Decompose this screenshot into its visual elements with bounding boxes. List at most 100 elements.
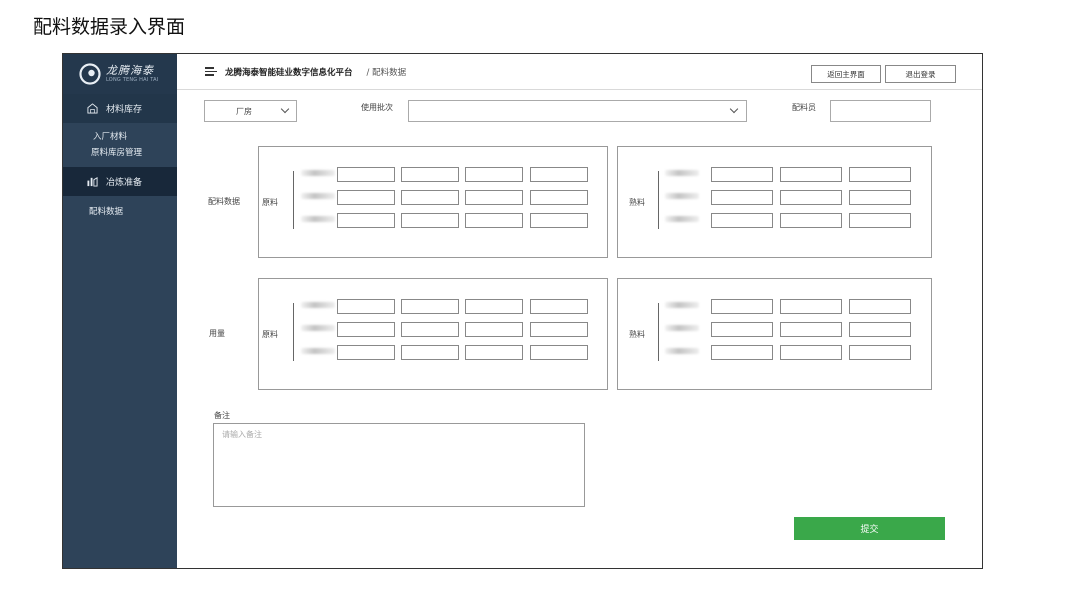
smelting-icon bbox=[87, 177, 98, 187]
warehouse-icon bbox=[87, 103, 98, 114]
input-cell[interactable] bbox=[711, 345, 773, 360]
submenu-material-stock: 入厂材料 原料库房管理 bbox=[63, 123, 177, 167]
raw-material-panel-batching: 原料 bbox=[258, 146, 608, 258]
redacted-label bbox=[301, 193, 335, 199]
input-cell[interactable] bbox=[711, 190, 773, 205]
input-cell[interactable] bbox=[849, 299, 911, 314]
input-cell[interactable] bbox=[465, 322, 523, 337]
input-cell[interactable] bbox=[401, 167, 459, 182]
divider bbox=[658, 303, 659, 361]
sidebar-group-label: 冶炼准备 bbox=[106, 178, 143, 188]
input-cell[interactable] bbox=[849, 322, 911, 337]
chevron-down-icon bbox=[729, 104, 739, 114]
input-cell[interactable] bbox=[530, 213, 588, 228]
redacted-label bbox=[665, 170, 699, 176]
raw-material-panel-usage: 原料 bbox=[258, 278, 608, 390]
remark-label: 备注 bbox=[214, 411, 230, 420]
input-cell[interactable] bbox=[401, 345, 459, 360]
menu-toggle-icon[interactable] bbox=[205, 67, 217, 76]
app-window: 龙腾海泰 LONG TENG HAI TAI 材料库存 入厂材料 原料库房管理 … bbox=[62, 53, 983, 569]
input-cell[interactable] bbox=[780, 345, 842, 360]
redacted-label bbox=[665, 325, 699, 331]
cooked-label: 熟料 bbox=[629, 198, 645, 207]
logo: 龙腾海泰 LONG TENG HAI TAI bbox=[63, 54, 177, 94]
input-cell[interactable] bbox=[849, 167, 911, 182]
logo-name-en: LONG TENG HAI TAI bbox=[106, 77, 159, 83]
input-cell[interactable] bbox=[337, 190, 395, 205]
input-cell[interactable] bbox=[465, 345, 523, 360]
raw-label: 原料 bbox=[262, 330, 278, 339]
input-cell[interactable] bbox=[337, 213, 395, 228]
sidebar-group-label: 材料库存 bbox=[106, 105, 143, 115]
logo-swirl-icon bbox=[79, 63, 101, 85]
input-cell[interactable] bbox=[401, 190, 459, 205]
input-cell[interactable] bbox=[849, 213, 911, 228]
input-cell[interactable] bbox=[401, 322, 459, 337]
breadcrumb: / 配料数据 bbox=[366, 67, 407, 78]
input-cell[interactable] bbox=[465, 167, 523, 182]
submit-button[interactable]: 提交 bbox=[794, 517, 945, 540]
cooked-material-panel-usage: 熟料 bbox=[617, 278, 932, 390]
redacted-label bbox=[301, 348, 335, 354]
sidebar-group-smelting-prep[interactable]: 冶炼准备 bbox=[63, 167, 177, 196]
input-cell[interactable] bbox=[780, 299, 842, 314]
input-cell[interactable] bbox=[465, 190, 523, 205]
input-cell[interactable] bbox=[530, 190, 588, 205]
logout-button[interactable]: 退出登录 bbox=[885, 65, 956, 83]
redacted-label bbox=[665, 302, 699, 308]
remark-textarea[interactable]: 请输入备注 bbox=[213, 423, 585, 507]
section-label-usage: 用量 bbox=[209, 329, 225, 338]
remark-placeholder: 请输入备注 bbox=[222, 430, 262, 439]
input-cell[interactable] bbox=[849, 345, 911, 360]
input-cell[interactable] bbox=[711, 322, 773, 337]
factory-select[interactable]: 厂房 bbox=[204, 100, 297, 122]
raw-label: 原料 bbox=[262, 198, 278, 207]
input-cell[interactable] bbox=[530, 345, 588, 360]
factory-select-value: 厂房 bbox=[236, 107, 252, 116]
input-cell[interactable] bbox=[337, 167, 395, 182]
sidebar: 龙腾海泰 LONG TENG HAI TAI 材料库存 入厂材料 原料库房管理 … bbox=[63, 54, 177, 568]
back-home-button[interactable]: 返回主界面 bbox=[811, 65, 881, 83]
batch-select[interactable] bbox=[408, 100, 747, 122]
input-cell[interactable] bbox=[530, 299, 588, 314]
platform-title: 龙腾海泰智能硅业数字信息化平台 bbox=[225, 67, 353, 78]
sidebar-item-batching-data[interactable]: 配料数据 bbox=[89, 204, 177, 220]
input-cell[interactable] bbox=[337, 322, 395, 337]
batch-label: 使用批次 bbox=[361, 103, 393, 112]
input-cell[interactable] bbox=[530, 322, 588, 337]
page-title: 配料数据录入界面 bbox=[33, 16, 186, 38]
input-cell[interactable] bbox=[711, 167, 773, 182]
divider bbox=[293, 303, 294, 361]
sidebar-group-material-stock[interactable]: 材料库存 bbox=[63, 94, 177, 123]
submenu-smelting-prep: 配料数据 bbox=[63, 196, 177, 226]
input-cell[interactable] bbox=[780, 167, 842, 182]
operator-label: 配料员 bbox=[792, 103, 816, 112]
input-cell[interactable] bbox=[337, 299, 395, 314]
input-cell[interactable] bbox=[530, 167, 588, 182]
operator-input[interactable] bbox=[830, 100, 931, 122]
sidebar-item-incoming-material[interactable]: 入厂材料 bbox=[93, 129, 177, 145]
redacted-label bbox=[301, 325, 335, 331]
section-label-batching: 配料数据 bbox=[208, 197, 240, 206]
redacted-label bbox=[301, 302, 335, 308]
redacted-label bbox=[301, 170, 335, 176]
input-cell[interactable] bbox=[401, 213, 459, 228]
input-cell[interactable] bbox=[401, 299, 459, 314]
redacted-label bbox=[665, 216, 699, 222]
redacted-label bbox=[301, 216, 335, 222]
divider bbox=[658, 171, 659, 229]
input-cell[interactable] bbox=[711, 299, 773, 314]
input-cell[interactable] bbox=[465, 213, 523, 228]
input-cell[interactable] bbox=[465, 299, 523, 314]
logo-name-cn: 龙腾海泰 bbox=[106, 64, 154, 77]
input-cell[interactable] bbox=[780, 190, 842, 205]
input-cell[interactable] bbox=[780, 213, 842, 228]
input-cell[interactable] bbox=[780, 322, 842, 337]
sidebar-item-raw-warehouse[interactable]: 原料库房管理 bbox=[91, 145, 177, 161]
input-cell[interactable] bbox=[337, 345, 395, 360]
input-cell[interactable] bbox=[711, 213, 773, 228]
input-cell[interactable] bbox=[849, 190, 911, 205]
chevron-down-icon bbox=[280, 104, 290, 114]
main-content: 厂房 使用批次 配料员 配料数据 原料 熟料 用量 原料 熟料 备注 请输入备注… bbox=[177, 90, 982, 568]
redacted-label bbox=[665, 193, 699, 199]
